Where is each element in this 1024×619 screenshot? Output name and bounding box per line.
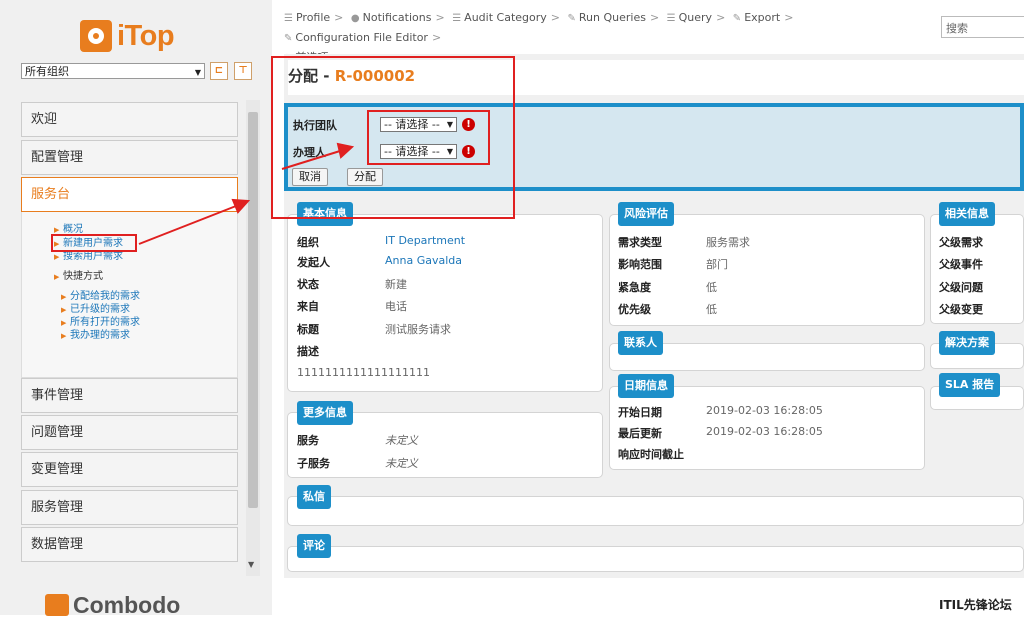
annotation-arrowhead-2 bbox=[336, 142, 355, 159]
annotation-arrow-2 bbox=[281, 150, 341, 170]
annotation-arrow-1 bbox=[138, 205, 237, 245]
watermark: ITIL先锋论坛 bbox=[936, 596, 1015, 613]
annotation-arrows bbox=[138, 142, 355, 245]
annotation-arrowhead-1 bbox=[231, 198, 251, 214]
